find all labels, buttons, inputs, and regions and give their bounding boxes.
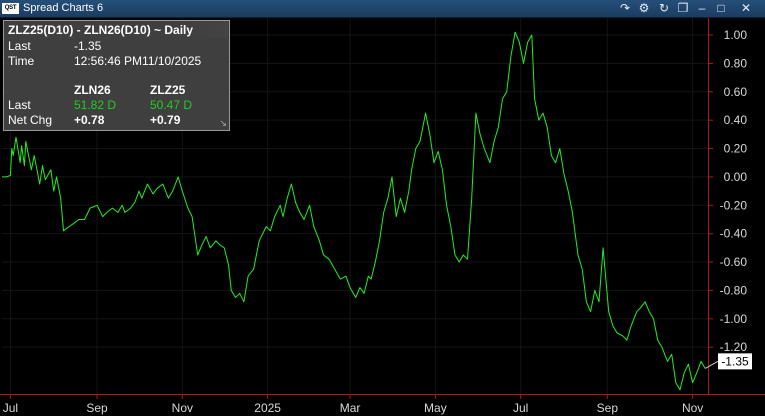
col2-netchg: +0.79 <box>150 113 181 127</box>
y-tick-label: -0.40 <box>720 227 748 241</box>
info-panel[interactable]: ZLZ25(D10) - ZLN26(D10) ~ Daily ↘ Last -… <box>3 20 230 131</box>
app-logo: QST <box>2 3 19 14</box>
last-value: -1.35 <box>74 39 102 53</box>
y-tick-label: -0.20 <box>720 198 748 212</box>
x-tick-label: Jul <box>513 401 528 415</box>
x-tick-label: Mar <box>340 401 361 415</box>
last-value-marker: -1.35 <box>704 353 752 370</box>
window-title: Spread Charts 6 <box>23 2 104 14</box>
link-icon[interactable]: ↷ <box>617 1 633 16</box>
refresh-icon[interactable]: ↻ <box>656 1 672 16</box>
y-tick-label: -1.20 <box>720 340 748 354</box>
y-tick-label: -0.80 <box>720 283 748 297</box>
copy-icon[interactable]: ❐ <box>675 1 691 16</box>
title-fade <box>190 22 228 37</box>
gear-icon[interactable]: ⚙ <box>636 1 652 16</box>
y-tick-label: 0.80 <box>724 56 748 70</box>
row-last-label: Last <box>8 98 31 112</box>
x-tick-label: Sep <box>597 401 619 415</box>
x-tick-label: Nov <box>172 401 193 415</box>
col2-last: 50.47 D <box>150 98 193 112</box>
time-label: Time <box>8 54 35 68</box>
col2-header: ZLZ25 <box>150 83 186 97</box>
y-tick-label: -1.00 <box>720 312 748 326</box>
minimize-icon[interactable]: – <box>694 1 710 16</box>
y-tick-label: 0.00 <box>724 170 748 184</box>
x-tick-label: May <box>424 401 447 415</box>
col1-header: ZLN26 <box>74 83 111 97</box>
y-tick-label: 0.20 <box>724 142 748 156</box>
last-value-label: -1.35 <box>721 354 749 368</box>
time-value: 12:56:46 PM11/10/2025 <box>74 54 202 68</box>
maximize-icon[interactable]: □ <box>713 1 729 16</box>
x-tick-label: Nov <box>682 401 703 415</box>
panel-title: ZLZ25(D10) - ZLN26(D10) ~ Daily <box>8 23 194 37</box>
col1-netchg: +0.78 <box>74 113 105 127</box>
y-tick-label: 1.00 <box>724 28 748 42</box>
x-axis-labels: Jul Sep Nov 2025 Mar May Jul Sep Nov <box>3 394 703 415</box>
title-bar: QST Spread Charts 6 ↷ ⚙ ↻ ❐ – □ ✕ <box>0 0 765 18</box>
x-tick-label: Sep <box>86 401 108 415</box>
y-tick-label: -0.60 <box>720 255 748 269</box>
resize-handle-icon[interactable]: ↘ <box>219 118 227 129</box>
last-label: Last <box>8 39 31 53</box>
last-value-leader <box>704 360 719 369</box>
y-tick-label: 0.40 <box>724 113 748 127</box>
x-tick-label: 2025 <box>254 401 281 415</box>
close-icon[interactable]: ✕ <box>738 1 754 16</box>
y-axis-labels: 1.00 0.80 0.60 0.40 0.20 0.00 -0.20 -0.40 -0.60 -… <box>708 28 747 354</box>
x-tick-label: Jul <box>3 401 18 415</box>
y-tick-label: 0.60 <box>724 85 748 99</box>
row-netchg-label: Net Chg <box>8 113 53 127</box>
col1-last: 51.82 D <box>74 98 117 112</box>
